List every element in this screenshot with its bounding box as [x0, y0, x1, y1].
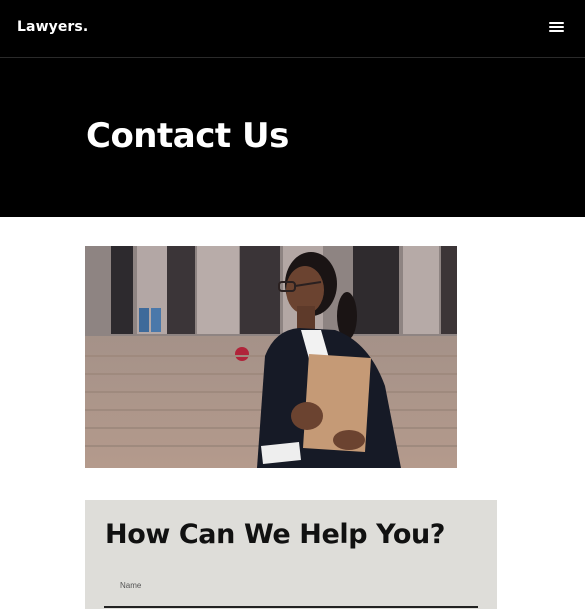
- menu-bar-middle: [549, 26, 564, 28]
- page-hero: Contact Us: [0, 58, 585, 217]
- site-logo[interactable]: Lawyers.: [17, 19, 88, 35]
- hamburger-menu-icon[interactable]: [546, 17, 568, 37]
- portrait-illustration: [85, 246, 457, 468]
- site-header: Lawyers.: [0, 0, 585, 58]
- help-heading: How Can We Help You?: [105, 519, 446, 550]
- name-input[interactable]: [104, 606, 478, 608]
- help-form-panel: How Can We Help You? Name: [85, 500, 497, 609]
- page-title: Contact Us: [86, 116, 289, 156]
- name-field-label: Name: [120, 581, 142, 590]
- lawyer-portrait-image: [85, 246, 457, 468]
- menu-bar-top: [549, 22, 564, 24]
- menu-bar-bottom: [549, 30, 564, 32]
